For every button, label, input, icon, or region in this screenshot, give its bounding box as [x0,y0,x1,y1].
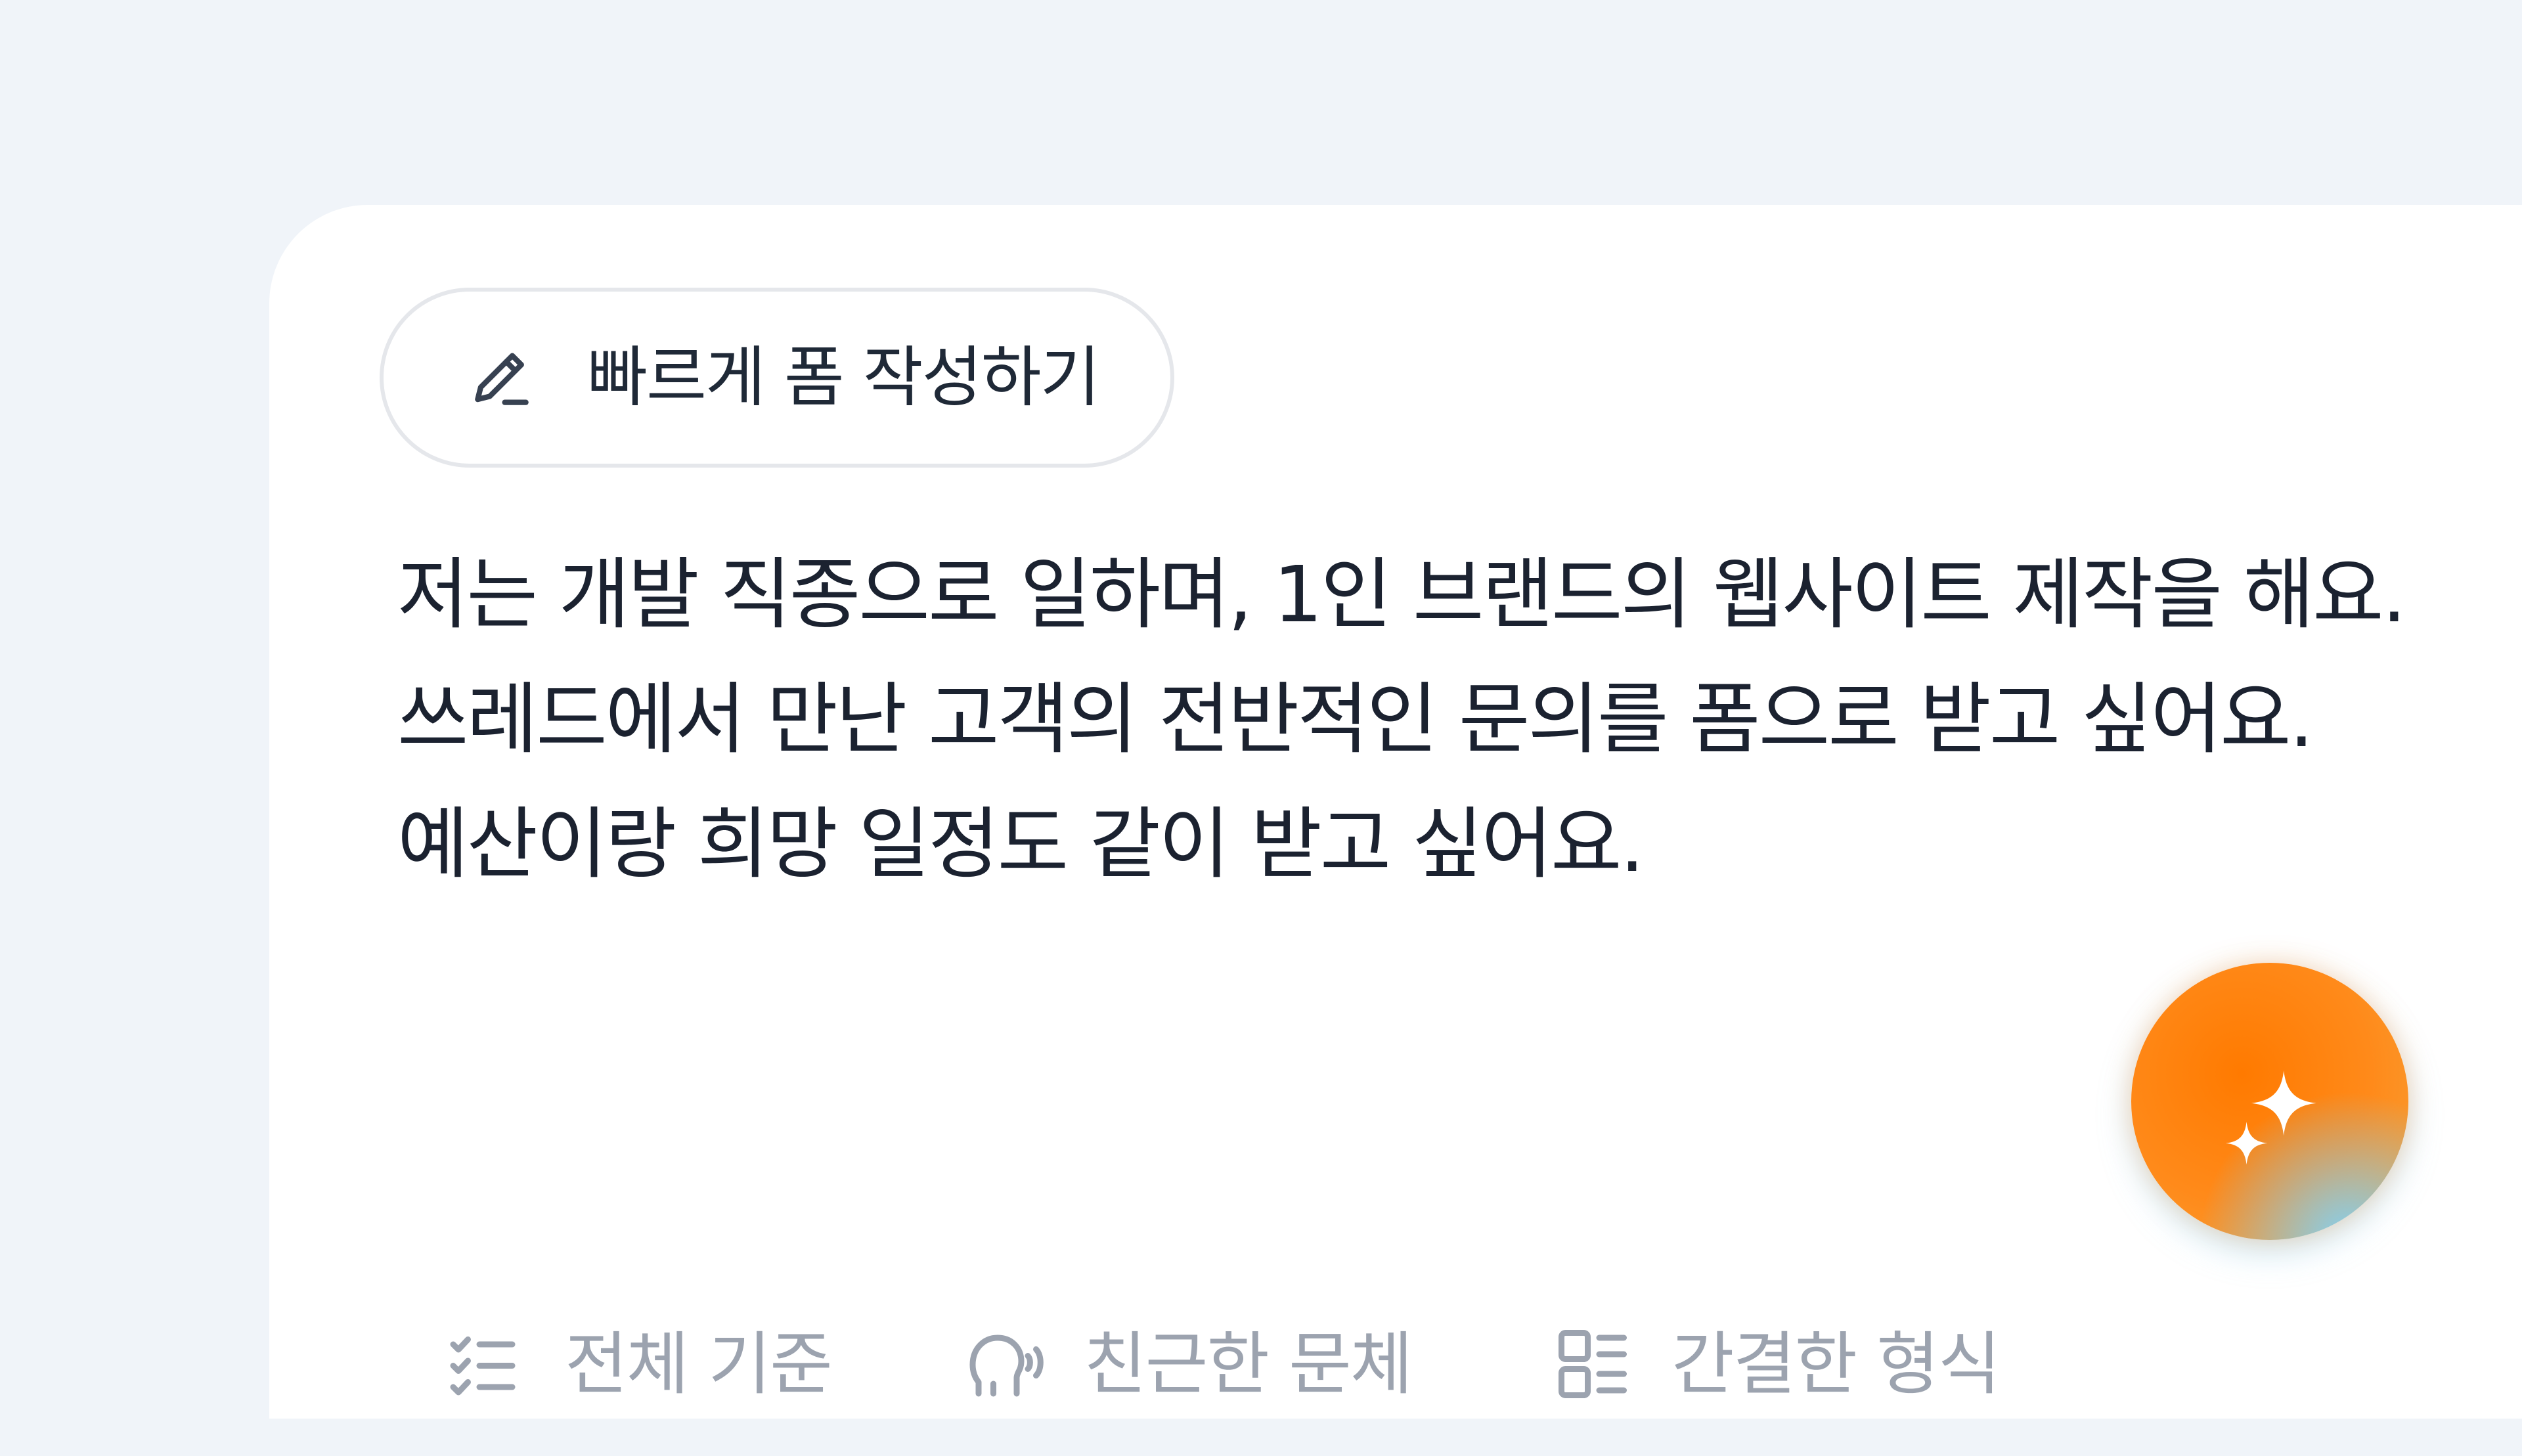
quick-form-label: 빠르게 폼 작성하기 [587,339,1101,416]
option-label: 간결한 형식 [1671,1324,2001,1404]
pencil-icon [475,353,529,405]
prompt-line: 예산이랑 희망 일정도 같이 받고 싶어요. [397,799,1645,889]
layout-list-icon [1559,1330,1627,1398]
quick-form-button[interactable]: 빠르게 폼 작성하기 [380,288,1174,468]
option-friendly-tone[interactable]: 친근한 문체 [965,1325,1413,1456]
option-label: 친근한 문체 [1084,1324,1413,1404]
sparkle-icon [2225,1070,2316,1165]
prompt-card: 빠르게 폼 작성하기 저는 개발 직종으로 일하며, 1인 브랜드의 웹사이트 … [269,205,2522,1419]
voice-icon [969,1335,1044,1397]
option-label: 전체 기준 [565,1324,833,1404]
ai-generate-button[interactable] [2131,963,2408,1240]
option-criteria[interactable]: 전체 기준 [443,1325,833,1456]
option-concise-format[interactable]: 간결한 형식 [1553,1324,2001,1456]
prompt-line: 쓰레드에서 만난 고객의 전반적인 문의를 폼으로 받고 싶어요. [397,674,2314,764]
prompt-text[interactable]: 저는 개발 직종으로 일하며, 1인 브랜드의 웹사이트 제작을 해요. 쓰레드… [397,532,2499,906]
checklist-icon [450,1336,516,1396]
prompt-line: 저는 개발 직종으로 일하며, 1인 브랜드의 웹사이트 제작을 해요. [397,549,2406,640]
